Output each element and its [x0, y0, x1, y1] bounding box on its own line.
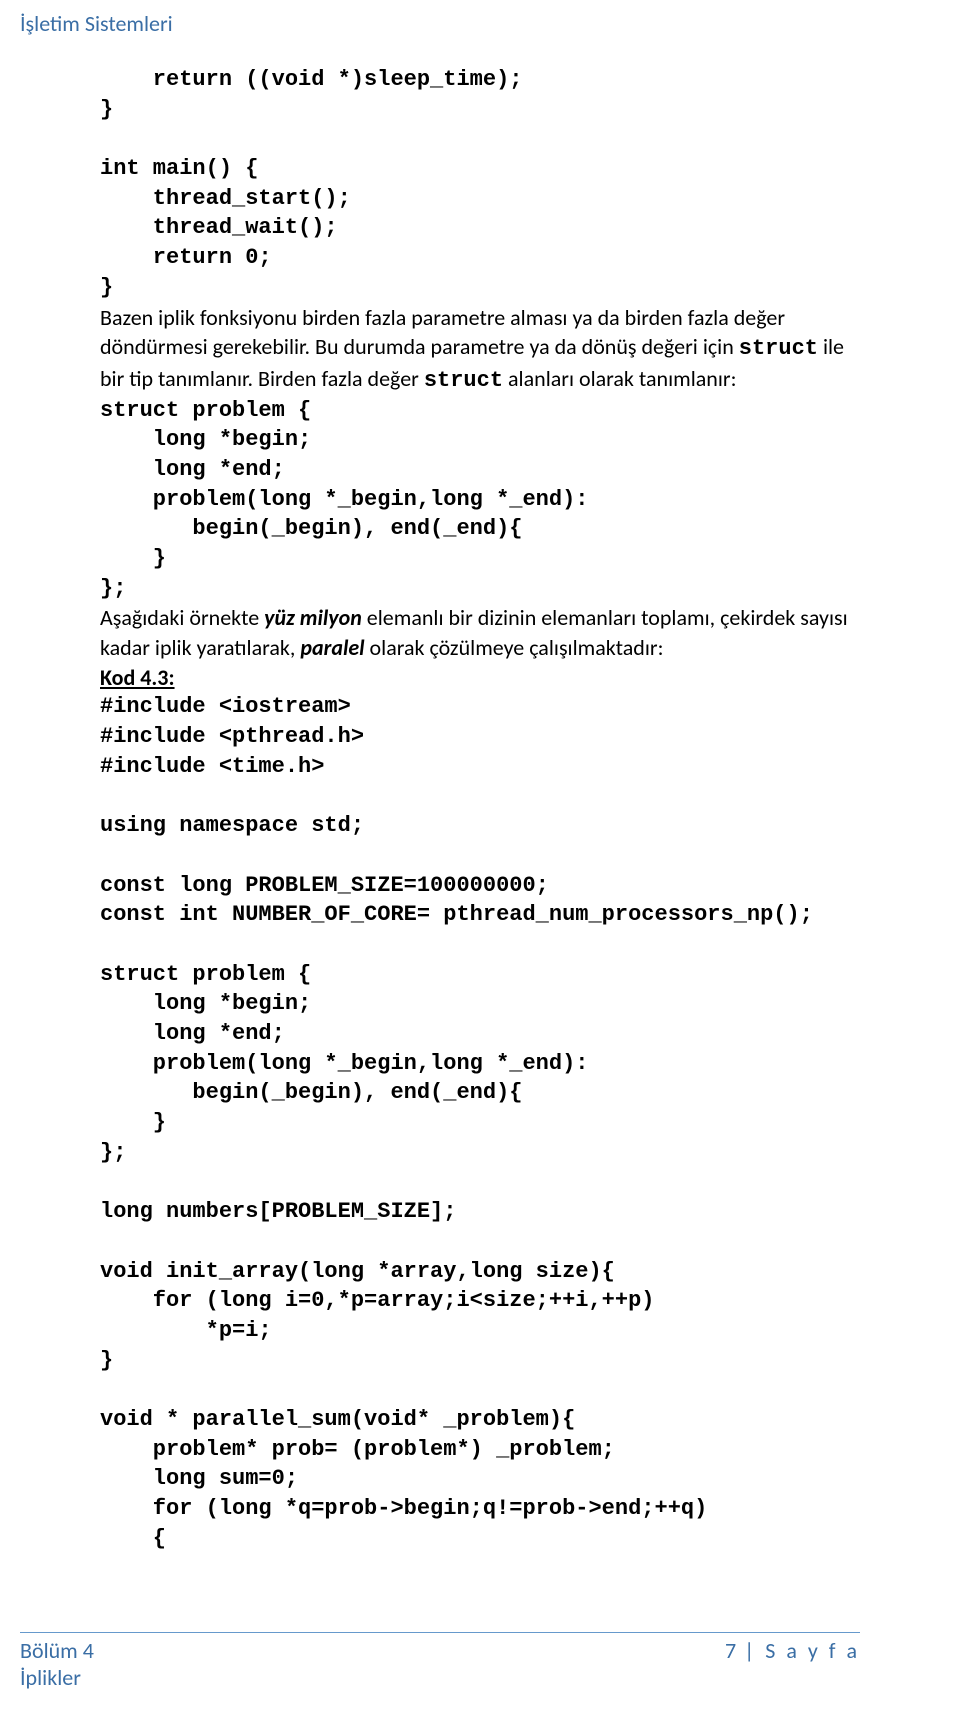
- footer-page-word: S a y f a: [765, 1637, 860, 1664]
- code-block-2: struct problem { long *begin; long *end;…: [100, 396, 860, 604]
- prose-paragraph-2: Aşağıdaki örnekte yüz milyon elemanlı bi…: [100, 603, 860, 662]
- footer-topic: İplikler: [20, 1664, 81, 1691]
- inline-code-struct-2: struct: [424, 368, 503, 393]
- code-block-3: #include <iostream> #include <pthread.h>…: [100, 692, 860, 1553]
- footer-page-number: 7: [725, 1637, 736, 1664]
- prose-text: olarak çözülmeye çalışılmaktadır:: [365, 634, 664, 661]
- kod-label: Kod 4.3:: [100, 664, 175, 691]
- prose-paragraph-1: Bazen iplik fonksiyonu birden fazla para…: [100, 303, 860, 396]
- emphasis-paralel: paralel: [300, 634, 364, 661]
- page-header: İşletim Sistemleri: [0, 10, 860, 37]
- footer-chapter: Bölüm 4: [20, 1637, 94, 1664]
- footer-right: 7 | S a y f a: [725, 1637, 860, 1664]
- page-footer: Bölüm 4 İplikler 7 | S a y f a: [20, 1632, 860, 1691]
- code-listing-label: Kod 4.3:: [100, 663, 860, 693]
- prose-text: Aşağıdaki örnekte: [100, 604, 264, 631]
- prose-text: Bazen iplik fonksiyonu birden fazla para…: [100, 304, 785, 361]
- code-block-1: return ((void *)sleep_time); } int main(…: [100, 65, 860, 303]
- emphasis-yuz-milyon: yüz milyon: [264, 604, 362, 631]
- inline-code-struct-1: struct: [739, 336, 818, 361]
- prose-text: alanları olarak tanımlanır:: [503, 365, 736, 392]
- footer-left: Bölüm 4 İplikler: [20, 1637, 94, 1691]
- document-page: İşletim Sistemleri return ((void *)sleep…: [0, 0, 960, 1719]
